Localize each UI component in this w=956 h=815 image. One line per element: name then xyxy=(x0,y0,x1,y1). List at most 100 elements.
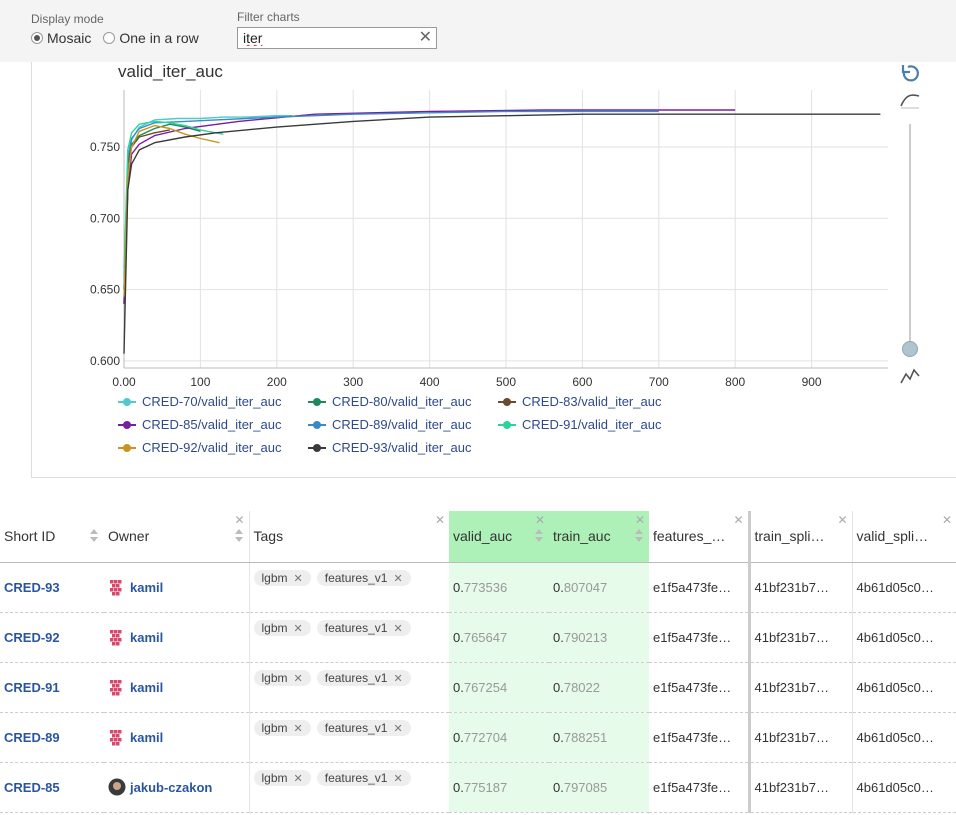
valid-auc-value: 0.772704 xyxy=(453,729,508,745)
sort-icon[interactable] xyxy=(535,529,543,545)
short-id-link[interactable]: CRED-93 xyxy=(4,580,60,595)
legend-item-cred-91[interactable]: CRED-91/valid_iter_auc xyxy=(498,417,661,432)
legend-item-cred-80[interactable]: CRED-80/valid_iter_auc xyxy=(308,394,471,409)
header-features[interactable]: features_… ✕ xyxy=(649,511,749,563)
mosaic-radio[interactable] xyxy=(31,32,43,44)
table-row[interactable]: CRED-92 kamil lgbm ✕ features_v1 ✕ 0.765647… xyxy=(0,612,956,663)
table-row[interactable]: CRED-85 jakub-czakon lgbm ✕ features_v1 ✕ 0… xyxy=(0,762,956,813)
owner-name[interactable]: kamil xyxy=(130,630,163,645)
x-tick-label: 800 xyxy=(725,375,745,389)
tag-label: features_v1 xyxy=(324,671,388,685)
legend-label: CRED-92/valid_iter_auc xyxy=(142,440,282,455)
one-in-row-radio[interactable] xyxy=(103,32,116,44)
short-id-link[interactable]: CRED-91 xyxy=(4,680,60,695)
remove-column-icon[interactable]: ✕ xyxy=(837,513,847,527)
smoothing-slider-thumb[interactable] xyxy=(902,341,918,357)
sort-icon[interactable] xyxy=(90,529,98,545)
train-auc-value: 0.807047 xyxy=(553,579,608,595)
header-tags[interactable]: Tags ✕ xyxy=(248,511,449,563)
train-auc-value: 0.797085 xyxy=(553,779,608,795)
legend-item-cred-93[interactable]: CRED-93/valid_iter_auc xyxy=(308,440,471,455)
header-owner[interactable]: Owner ✕ xyxy=(104,511,249,563)
train-split-hash: 41bf231b7… xyxy=(754,579,829,595)
remove-column-icon[interactable]: ✕ xyxy=(535,513,545,527)
tag-label: lgbm xyxy=(261,721,288,735)
train-split-cell: 41bf231b7… xyxy=(747,712,852,763)
raw-data-icon[interactable] xyxy=(898,364,922,388)
x-tick-label: 0.00 xyxy=(112,375,136,389)
table-row[interactable]: CRED-91 kamil lgbm ✕ features_v1 ✕ 0.767254… xyxy=(0,662,956,713)
owner-name[interactable]: kamil xyxy=(130,580,163,595)
filter-charts-input[interactable] xyxy=(238,28,408,48)
table-row[interactable]: CRED-93 kamil lgbm ✕ features_v1 ✕ 0.773536… xyxy=(0,562,956,613)
header-train-auc[interactable]: train_auc ✕ xyxy=(549,511,649,563)
legend-item-cred-83[interactable]: CRED-83/valid_iter_auc xyxy=(498,394,661,409)
legend-item-cred-70[interactable]: CRED-70/valid_iter_auc xyxy=(118,394,281,409)
short-id-link[interactable]: CRED-89 xyxy=(4,730,60,745)
header-train-split[interactable]: train_spli… ✕ xyxy=(747,511,852,563)
x-tick-label: 700 xyxy=(649,375,669,389)
mode-one-in-row-option[interactable]: One in a row xyxy=(103,30,199,46)
train-auc-value: 0.78022 xyxy=(553,679,600,695)
valid-split-hash: 4b61d05c0… xyxy=(856,579,934,595)
remove-column-icon[interactable]: ✕ xyxy=(234,513,244,527)
legend-swatch xyxy=(308,396,326,408)
clear-filter-icon[interactable]: ✕ xyxy=(419,30,432,46)
legend-swatch xyxy=(308,442,326,454)
short-id-link[interactable]: CRED-85 xyxy=(4,780,60,795)
legend-item-cred-92[interactable]: CRED-92/valid_iter_auc xyxy=(118,440,281,455)
tag-chip: features_v1 ✕ xyxy=(316,570,411,586)
legend-swatch xyxy=(118,396,136,408)
tag-label: features_v1 xyxy=(324,571,388,585)
mode-mosaic-option[interactable]: Mosaic xyxy=(31,30,91,46)
y-tick-label: 0.700 xyxy=(90,211,120,225)
header-valid-split[interactable]: valid_spli… ✕ xyxy=(851,511,956,563)
y-tick-label: 0.750 xyxy=(90,140,120,154)
smoothing-icon[interactable] xyxy=(898,88,922,112)
legend-item-cred-89[interactable]: CRED-89/valid_iter_auc xyxy=(308,417,471,432)
remove-tag-icon[interactable]: ✕ xyxy=(294,622,303,635)
remove-tag-icon[interactable]: ✕ xyxy=(294,722,303,735)
train-split-cell: 41bf231b7… xyxy=(747,762,852,813)
remove-column-icon[interactable]: ✕ xyxy=(435,513,445,527)
legend-label: CRED-83/valid_iter_auc xyxy=(522,394,662,409)
tag-chip: features_v1 ✕ xyxy=(316,670,411,686)
header-label: features_… xyxy=(653,528,726,545)
owner-name[interactable]: kamil xyxy=(130,730,163,745)
legend-label: CRED-80/valid_iter_auc xyxy=(332,394,472,409)
remove-tag-icon[interactable]: ✕ xyxy=(393,572,402,585)
remove-column-icon[interactable]: ✕ xyxy=(733,513,743,527)
short-id-link[interactable]: CRED-92 xyxy=(4,630,60,645)
tag-chip: features_v1 ✕ xyxy=(316,720,411,736)
remove-tag-icon[interactable]: ✕ xyxy=(393,622,402,635)
remove-tag-icon[interactable]: ✕ xyxy=(294,672,303,685)
table-row[interactable]: CRED-89 kamil lgbm ✕ features_v1 ✕ 0.772704… xyxy=(0,712,956,763)
legend-item-cred-85[interactable]: CRED-85/valid_iter_auc xyxy=(118,417,281,432)
legend-label: CRED-91/valid_iter_auc xyxy=(522,417,662,432)
remove-tag-icon[interactable]: ✕ xyxy=(294,572,303,585)
display-mode-label: Display mode xyxy=(31,12,104,26)
smoothing-slider-track[interactable] xyxy=(909,124,911,348)
header-short-id[interactable]: Short ID xyxy=(0,511,104,563)
remove-tag-icon[interactable]: ✕ xyxy=(294,772,303,785)
sort-icon[interactable] xyxy=(635,529,643,545)
remove-column-icon[interactable]: ✕ xyxy=(635,513,645,527)
features-hash: e1f5a473fe… xyxy=(653,779,732,795)
short-id-cell: CRED-89 xyxy=(0,712,104,763)
series-line-cred-93 xyxy=(123,113,881,354)
features-hash: e1f5a473fe… xyxy=(653,729,732,745)
valid-auc-cell: 0.773536 xyxy=(449,562,549,613)
header-label: train_auc xyxy=(553,528,611,545)
header-valid-auc[interactable]: valid_auc ✕ xyxy=(449,511,549,563)
owner-name[interactable]: jakub-czakon xyxy=(130,780,212,795)
valid-split-hash: 4b61d05c0… xyxy=(856,629,934,645)
remove-column-icon[interactable]: ✕ xyxy=(942,513,952,527)
remove-tag-icon[interactable]: ✕ xyxy=(393,672,402,685)
remove-tag-icon[interactable]: ✕ xyxy=(393,772,402,785)
remove-tag-icon[interactable]: ✕ xyxy=(393,722,402,735)
legend-swatch xyxy=(118,419,136,431)
header-label: Owner xyxy=(108,528,150,545)
sort-icon[interactable] xyxy=(234,529,243,545)
reset-zoom-icon[interactable] xyxy=(898,62,922,86)
owner-name[interactable]: kamil xyxy=(130,680,163,695)
